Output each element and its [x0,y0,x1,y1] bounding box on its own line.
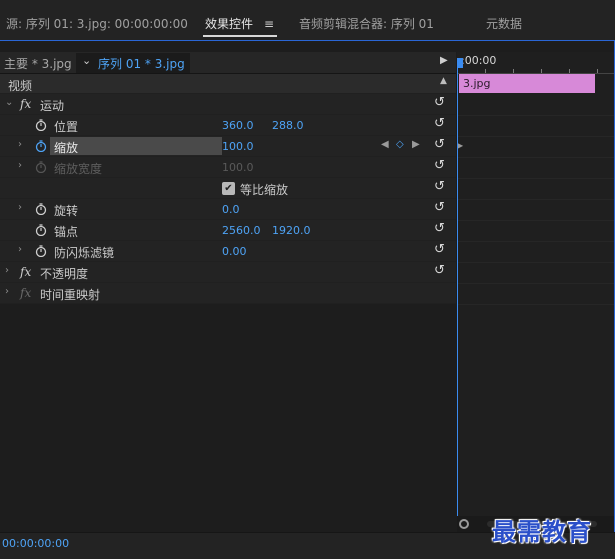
row-divider [457,178,614,179]
panel-tab-bar: 源: 序列 01: 3.jpg: 00:00:00:00 效果控件 ≡ 音频剪辑… [0,0,615,40]
reset-icon[interactable]: ↺ [434,264,448,278]
collapse-up-icon[interactable]: ▲ [440,76,447,86]
property-anti-flicker: › 防闪烁滤镜 0.00 ↺ [0,241,456,262]
add-keyframe-icon[interactable]: ◇ [396,139,404,150]
effect-controls-list: 视频 ▲ ⌄ fx 运动 ↺ 位置 360.0 288.0 ↺ › 缩放 100… [0,74,456,304]
position-x-value[interactable]: 360.0 [222,119,254,132]
expand-chevron-icon[interactable]: › [5,265,9,276]
watermark-logo: 最需教育 [492,517,592,546]
sequence-clip-label[interactable]: 序列 01 * 3.jpg [98,55,185,72]
next-keyframe-icon[interactable]: ▶ [412,139,420,150]
current-timecode[interactable]: 00:00:00:00 [2,537,69,550]
fx-icon[interactable]: fx [20,97,31,111]
row-divider [457,262,614,263]
property-scale: › 缩放 100.0 ◀ ◇ ▶ ↺ [0,136,456,157]
row-divider [457,157,614,158]
expand-chevron-icon[interactable]: › [5,286,9,297]
zoom-handle[interactable] [459,519,469,529]
expand-chevron-icon[interactable]: › [18,139,22,150]
expand-chevron-icon[interactable]: › [18,244,22,255]
stopwatch-active-icon[interactable] [35,140,47,152]
reset-icon[interactable]: ↺ [434,159,448,173]
opacity-label: 不透明度 [40,267,89,281]
anchor-y-value[interactable]: 1920.0 [272,224,311,237]
clip-header: 主要 * 3.jpg ⌄ 序列 01 * 3.jpg ▶ [0,52,456,74]
clip-name: 3.jpg [463,77,491,90]
anchor-x-value[interactable]: 2560.0 [222,224,261,237]
stopwatch-icon[interactable] [35,203,47,215]
anti-flicker-label: 防闪烁滤镜 [54,246,115,260]
timeline-clip[interactable]: 3.jpg [459,74,595,93]
ruler-tick [513,69,514,73]
row-divider [457,199,614,200]
timeline-timecode: :00:00 [461,54,497,67]
row-divider [457,220,614,221]
playhead-line [457,68,458,520]
play-triangle-icon[interactable]: ▶ [440,55,448,66]
stopwatch-icon[interactable] [35,119,47,131]
rotation-value[interactable]: 0.0 [222,203,240,216]
panel-menu-icon[interactable]: ≡ [264,15,276,33]
uniform-scale-label: 等比缩放 [240,183,289,197]
reset-icon[interactable]: ↺ [434,180,448,194]
scale-width-label: 缩放宽度 [54,162,103,176]
expand-chevron-icon[interactable]: › [18,202,22,213]
prev-keyframe-icon[interactable]: ◀ [381,139,389,150]
scale-value[interactable]: 100.0 [222,140,254,153]
stopwatch-icon [35,161,47,173]
property-rotation: › 旋转 0.0 ↺ [0,199,456,220]
property-position: 位置 360.0 288.0 ↺ [0,115,456,136]
row-divider [457,136,614,137]
reset-icon[interactable]: ↺ [434,201,448,215]
position-y-value[interactable]: 288.0 [272,119,304,132]
motion-label: 运动 [40,99,65,113]
fx-icon: fx [20,286,32,300]
stopwatch-icon[interactable] [35,245,47,257]
ruler-tick [541,69,542,73]
reset-icon[interactable]: ↺ [434,222,448,236]
ruler-tick [485,69,486,73]
reset-icon[interactable]: ↺ [434,138,448,152]
row-divider [457,304,614,305]
rotation-label: 旋转 [54,204,79,218]
row-divider [457,241,614,242]
uniform-scale-checkbox[interactable]: ✔ [222,182,235,195]
effect-time-remapping[interactable]: › fx 时间重映射 [0,283,456,304]
anti-flicker-value[interactable]: 0.00 [222,245,247,258]
reset-icon[interactable]: ↺ [434,243,448,257]
tab-source[interactable]: 源: 序列 01: 3.jpg: 00:00:00:00 [6,15,188,33]
tab-audio-clip-mixer[interactable]: 音频剪辑混合器: 序列 01 [299,15,434,33]
position-label: 位置 [54,120,79,134]
video-label: 视频 [8,79,33,93]
ruler-tick [597,69,598,73]
property-uniform-scale: ✔ 等比缩放 ↺ [0,178,456,199]
property-anchor-point: 锚点 2560.0 1920.0 ↺ [0,220,456,241]
effects-empty-area [0,304,456,519]
property-scale-width: › 缩放宽度 100.0 ↺ [0,157,456,178]
tab-effect-controls[interactable]: 效果控件 [205,15,253,33]
expand-chevron-icon: › [18,160,22,171]
tab-metadata[interactable]: 元数据 [486,15,522,33]
fx-icon[interactable]: fx [20,265,31,279]
effect-motion[interactable]: ⌄ fx 运动 ↺ [0,94,456,115]
effect-opacity[interactable]: › fx 不透明度 ↺ [0,262,456,283]
chevron-down-icon[interactable]: ⌄ [82,54,91,67]
effect-timeline: :00:00 3.jpg ▶ [457,52,614,522]
active-tab-indicator [203,35,277,37]
time-remap-label: 时间重映射 [40,288,101,302]
playhead-handle[interactable] [457,58,463,68]
reset-icon[interactable]: ↺ [434,117,448,131]
reset-icon[interactable]: ↺ [434,96,448,110]
master-clip-label[interactable]: 主要 * 3.jpg [4,55,72,72]
row-divider [457,115,614,116]
expand-chevron-icon[interactable]: ⌄ [5,97,13,108]
scale-width-value: 100.0 [222,161,254,174]
anchor-label: 锚点 [54,225,79,239]
scale-label: 缩放 [54,141,79,155]
ruler-tick [569,69,570,73]
stopwatch-icon[interactable] [35,224,47,236]
video-section-header: 视频 ▲ [0,74,456,94]
row-divider [457,283,614,284]
